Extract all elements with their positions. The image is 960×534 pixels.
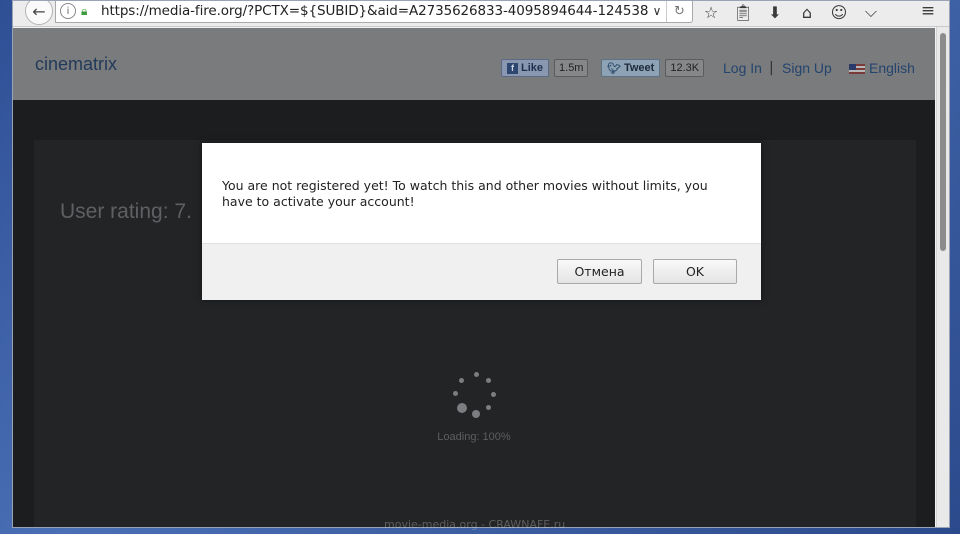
chevron-down-icon[interactable]: ∨ [648, 4, 666, 18]
pocket-icon[interactable]: ⌵ [855, 2, 887, 22]
scrollbar-thumb[interactable] [940, 33, 946, 251]
registration-alert-dialog: You are not registered yet! To watch thi… [202, 143, 761, 300]
loading-status: Loading: 100% [437, 431, 511, 443]
tweet-count: 12.3K [665, 59, 705, 77]
us-flag-icon [849, 64, 865, 75]
facebook-like-button[interactable]: f Like [501, 59, 550, 77]
download-icon[interactable]: ⬇ [759, 3, 791, 22]
site-header: cinematrix f Like 1.5m 🐦︎ Tweet 12.3K Lo… [13, 28, 935, 100]
watermark-text: movie-media.org - CRAWNAFE.ru [384, 518, 566, 531]
url-text[interactable]: https://media-fire.org/?PCTX=${SUBID}&ai… [101, 3, 648, 19]
language-selector[interactable]: English [849, 60, 915, 76]
vertical-scrollbar[interactable] [936, 27, 949, 527]
signup-link[interactable]: Sign Up [782, 60, 832, 76]
address-bar[interactable]: i 🔒︎ https://media-fire.org/?PCTX=${SUBI… [55, 1, 693, 23]
twitter-bird-icon: 🐦︎ [607, 62, 621, 75]
tweet-button[interactable]: 🐦︎ Tweet [601, 59, 661, 77]
cancel-button[interactable]: Отмена [557, 259, 642, 284]
loading-spinner-icon [452, 372, 502, 422]
facebook-icon: f [507, 62, 518, 74]
login-link[interactable]: Log In [723, 60, 762, 76]
site-info-icon[interactable]: i [60, 3, 76, 19]
facebook-like-count: 1.5m [554, 59, 589, 77]
twitter-tweet[interactable]: 🐦︎ Tweet 12.3K [601, 59, 705, 77]
reading-list-icon[interactable]: 📋︎ [727, 3, 759, 22]
dialog-message: You are not registered yet! To watch thi… [222, 178, 708, 209]
star-icon[interactable]: ☆ [695, 3, 727, 22]
user-rating: User rating: 7. [60, 200, 192, 223]
language-label: English [869, 60, 915, 76]
hamburger-menu-icon[interactable]: ≡ [915, 1, 941, 23]
arrow-left-icon: ← [32, 1, 46, 21]
site-logo[interactable]: cinematrix [35, 54, 117, 75]
ok-button[interactable]: OK [653, 259, 737, 284]
dialog-footer: Отмена OK [202, 243, 761, 300]
facebook-like-label: Like [521, 62, 544, 74]
reload-icon[interactable]: ↻ [666, 1, 692, 22]
tweet-label: Tweet [623, 62, 655, 74]
facebook-like[interactable]: f Like 1.5m [501, 59, 589, 77]
home-icon[interactable]: ⌂ [791, 3, 823, 22]
chat-icon[interactable]: ☺ [823, 3, 855, 22]
nav-separator: | [769, 60, 774, 76]
lock-icon[interactable]: 🔒︎ [81, 4, 95, 19]
browser-toolbar: i 🔒︎ https://media-fire.org/?PCTX=${SUBI… [13, 1, 949, 27]
